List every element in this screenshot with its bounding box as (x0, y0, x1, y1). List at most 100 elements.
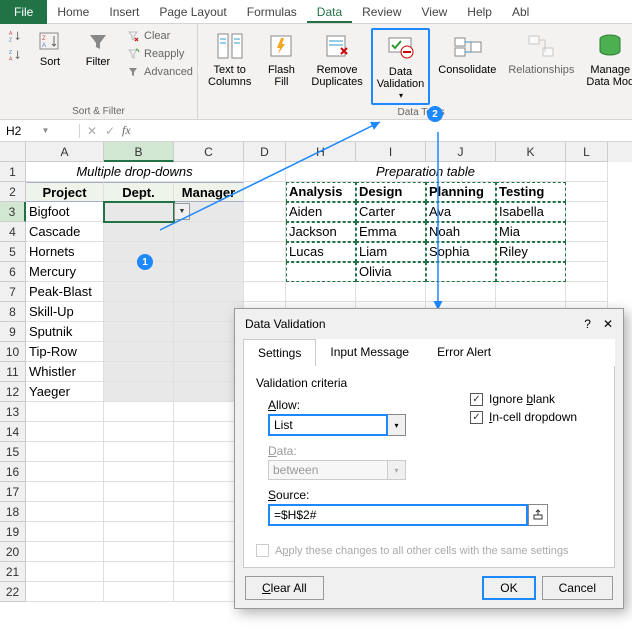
row-header-20[interactable]: 20 (0, 542, 26, 562)
dialog-tab-settings[interactable]: Settings (243, 339, 316, 366)
cell-A20[interactable] (26, 542, 104, 562)
cell-B21[interactable] (104, 562, 174, 582)
cell-I4[interactable]: Emma (356, 222, 426, 242)
cell-K2[interactable]: Testing (496, 182, 566, 202)
cell-H2[interactable]: Analysis (286, 182, 356, 202)
filter-button[interactable]: Filter (76, 28, 120, 70)
dialog-close-button[interactable]: ✕ (603, 317, 613, 331)
cell-J3[interactable]: Ava (426, 202, 496, 222)
cell-B17[interactable] (104, 482, 174, 502)
cell-H5[interactable]: Lucas (286, 242, 356, 262)
manage-data-model-button[interactable]: Manage Data Mod (582, 28, 632, 90)
cell-A2[interactable]: Project (26, 182, 104, 202)
row-header-16[interactable]: 16 (0, 462, 26, 482)
cell-I3[interactable]: Carter (356, 202, 426, 222)
data-validation-button[interactable]: Data Validation▾ (371, 28, 431, 105)
cell-B3[interactable]: ▼ (104, 202, 174, 222)
cell-B18[interactable] (104, 502, 174, 522)
cancel-button[interactable]: Cancel (542, 576, 613, 600)
cell-B11[interactable] (104, 362, 174, 382)
tab-data[interactable]: Data (307, 1, 352, 23)
cell-J2[interactable]: Planning (426, 182, 496, 202)
cell-A19[interactable] (26, 522, 104, 542)
row-header-4[interactable]: 4 (0, 222, 26, 242)
cell-A17[interactable] (26, 482, 104, 502)
cell-A11[interactable]: Whistler (26, 362, 104, 382)
cell-B12[interactable] (104, 382, 174, 402)
flash-fill-button[interactable]: Flash Fill (259, 28, 303, 90)
cell-D1[interactable] (244, 162, 286, 182)
tab-formulas[interactable]: Formulas (237, 1, 307, 23)
tab-review[interactable]: Review (352, 1, 411, 23)
cell-H4[interactable]: Jackson (286, 222, 356, 242)
cell-C4[interactable] (174, 222, 244, 242)
tab-page-layout[interactable]: Page Layout (149, 1, 236, 23)
col-header-B[interactable]: B (104, 142, 174, 162)
cell-K6[interactable] (496, 262, 566, 282)
sort-button[interactable]: ZA Sort (28, 28, 72, 70)
cell-B16[interactable] (104, 462, 174, 482)
row-header-11[interactable]: 11 (0, 362, 26, 382)
cell-A22[interactable] (26, 582, 104, 602)
row-header-21[interactable]: 21 (0, 562, 26, 582)
cell-H1[interactable]: Preparation table (286, 162, 566, 182)
cell-H3[interactable]: Aiden (286, 202, 356, 222)
col-header-K[interactable]: K (496, 142, 566, 162)
cell-C5[interactable] (174, 242, 244, 262)
col-header-C[interactable]: C (174, 142, 244, 162)
cell-A10[interactable]: Tip-Row (26, 342, 104, 362)
cell-J7[interactable] (426, 282, 496, 302)
cell-I2[interactable]: Design (356, 182, 426, 202)
row-header-14[interactable]: 14 (0, 422, 26, 442)
cancel-edit-icon[interactable]: ✕ (84, 124, 100, 138)
tab-file[interactable]: File (0, 0, 47, 24)
ignore-blank-checkbox[interactable]: ✓Ignore blank (470, 392, 577, 406)
row-header-13[interactable]: 13 (0, 402, 26, 422)
cell-D2[interactable] (244, 182, 286, 202)
cell-I6[interactable]: Olivia (356, 262, 426, 282)
remove-duplicates-button[interactable]: Remove Duplicates (307, 28, 366, 90)
dialog-tab-error-alert[interactable]: Error Alert (423, 339, 505, 366)
row-header-5[interactable]: 5 (0, 242, 26, 262)
cell-B22[interactable] (104, 582, 174, 602)
cell-B8[interactable] (104, 302, 174, 322)
cell-B2[interactable]: Dept. (104, 182, 174, 202)
cell-C2[interactable]: Manager (174, 182, 244, 202)
cell-H7[interactable] (286, 282, 356, 302)
relationships-button[interactable]: Relationships (504, 28, 578, 78)
cell-A4[interactable]: Cascade (26, 222, 104, 242)
cell-A16[interactable] (26, 462, 104, 482)
row-header-1[interactable]: 1 (0, 162, 26, 182)
col-header-J[interactable]: J (426, 142, 496, 162)
cell-L6[interactable] (566, 262, 608, 282)
cell-A1[interactable]: Multiple drop-downs (26, 162, 244, 182)
cell-I5[interactable]: Liam (356, 242, 426, 262)
cell-L4[interactable] (566, 222, 608, 242)
cell-B20[interactable] (104, 542, 174, 562)
text-to-columns-button[interactable]: Text to Columns (204, 28, 255, 90)
cell-A3[interactable]: Bigfoot (26, 202, 104, 222)
cell-K4[interactable]: Mia (496, 222, 566, 242)
cell-D5[interactable] (244, 242, 286, 262)
cell-D3[interactable] (244, 202, 286, 222)
cell-J5[interactable]: Sophia (426, 242, 496, 262)
cell-C7[interactable] (174, 282, 244, 302)
advanced-button[interactable]: Advanced (124, 64, 195, 80)
confirm-edit-icon[interactable]: ✓ (102, 124, 118, 138)
cell-J4[interactable]: Noah (426, 222, 496, 242)
cell-D6[interactable] (244, 262, 286, 282)
cell-L2[interactable] (566, 182, 608, 202)
sort-za-button[interactable]: ZA (6, 47, 24, 63)
cell-H6[interactable] (286, 262, 356, 282)
cell-L5[interactable] (566, 242, 608, 262)
dialog-help-button[interactable]: ? (584, 317, 591, 331)
cell-A7[interactable]: Peak-Blast (26, 282, 104, 302)
dialog-tab-input-message[interactable]: Input Message (316, 339, 423, 366)
cell-K5[interactable]: Riley (496, 242, 566, 262)
tab-help[interactable]: Help (457, 1, 502, 23)
row-header-3[interactable]: 3 (0, 202, 26, 222)
cell-B14[interactable] (104, 422, 174, 442)
range-selector-button[interactable] (528, 504, 548, 526)
cell-D4[interactable] (244, 222, 286, 242)
col-header-H[interactable]: H (286, 142, 356, 162)
